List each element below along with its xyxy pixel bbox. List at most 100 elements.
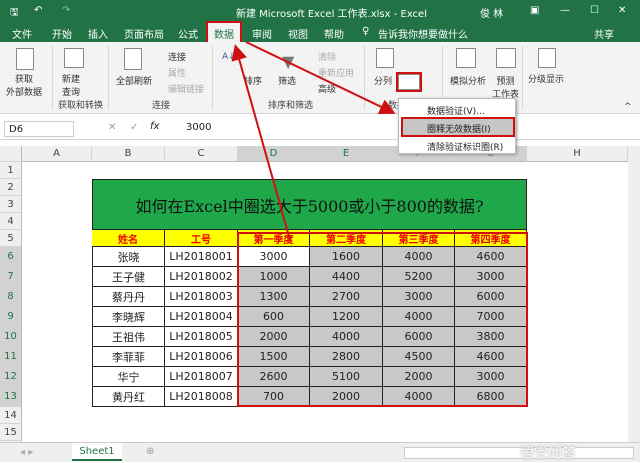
tab-help[interactable]: 帮助 <box>324 26 344 41</box>
user-name[interactable]: 俊 林 <box>480 5 503 20</box>
close-icon[interactable]: ✕ <box>618 5 626 16</box>
header-cell[interactable]: 第二季度 <box>310 230 383 247</box>
get-external-data-button[interactable]: 获取 外部数据 <box>6 72 42 98</box>
tell-me-search[interactable]: 告诉我你想要做什么 <box>378 26 468 41</box>
row-header-2[interactable]: 2 <box>0 179 22 196</box>
header-cell[interactable]: 第三季度 <box>383 230 455 247</box>
table-cell[interactable]: 5200 <box>383 267 455 287</box>
sort-az-icon[interactable]: A↓Z <box>222 52 242 62</box>
table-cell[interactable]: 5100 <box>310 367 383 387</box>
table-cell[interactable]: 3000 <box>383 287 455 307</box>
table-cell[interactable]: 1300 <box>238 287 310 307</box>
row-header-11[interactable]: 11 <box>0 347 22 367</box>
table-cell[interactable]: 3000 <box>455 267 527 287</box>
tab-home[interactable]: 开始 <box>52 26 72 41</box>
table-cell[interactable]: 3800 <box>455 327 527 347</box>
row-header-15[interactable]: 15 <box>0 424 22 441</box>
table-cell[interactable]: LH2018008 <box>165 387 238 407</box>
table-cell[interactable]: 4000 <box>310 327 383 347</box>
worksheet-grid[interactable]: ABCDEFGH12345678910111213141516如何在Excel中… <box>0 146 628 458</box>
table-cell[interactable]: LH2018006 <box>165 347 238 367</box>
table-cell[interactable]: LH2018007 <box>165 367 238 387</box>
minimize-icon[interactable]: — <box>560 5 570 16</box>
table-cell[interactable]: 1500 <box>238 347 310 367</box>
table-cell[interactable]: 蔡丹丹 <box>92 287 165 307</box>
table-cell[interactable]: LH2018001 <box>165 247 238 267</box>
table-cell[interactable]: 2800 <box>310 347 383 367</box>
table-cell[interactable]: 7000 <box>455 307 527 327</box>
table-cell[interactable]: LH2018005 <box>165 327 238 347</box>
new-query-button[interactable]: 新建 查询 <box>62 72 80 98</box>
table-cell[interactable]: 3000 <box>238 247 310 267</box>
table-cell[interactable]: 1000 <box>238 267 310 287</box>
column-header-B[interactable]: B <box>92 146 165 162</box>
table-cell[interactable]: 2700 <box>310 287 383 307</box>
clear-button[interactable]: 清除 <box>318 50 336 63</box>
tab-insert[interactable]: 插入 <box>88 26 108 41</box>
outline-button[interactable]: 分级显示 <box>528 72 564 85</box>
maximize-icon[interactable]: ☐ <box>590 5 599 16</box>
row-header-10[interactable]: 10 <box>0 327 22 347</box>
table-cell[interactable]: 6000 <box>455 287 527 307</box>
undo-icon[interactable]: ↶ <box>34 5 42 16</box>
table-cell[interactable]: 700 <box>238 387 310 407</box>
table-cell[interactable]: 4600 <box>455 347 527 367</box>
properties-button[interactable]: 属性 <box>168 66 186 79</box>
row-header-3[interactable]: 3 <box>0 196 22 213</box>
horizontal-scrollbar[interactable] <box>404 447 634 459</box>
table-cell[interactable]: 2600 <box>238 367 310 387</box>
menu-item-data-validation[interactable]: 数据验证(V)... <box>403 101 513 117</box>
enter-icon[interactable]: ✓ <box>130 122 138 133</box>
row-header-8[interactable]: 8 <box>0 287 22 307</box>
row-header-4[interactable]: 4 <box>0 213 22 230</box>
add-sheet-icon[interactable]: ⊕ <box>146 446 154 457</box>
row-header-13[interactable]: 13 <box>0 387 22 407</box>
column-header-C[interactable]: C <box>165 146 238 162</box>
table-cell[interactable]: 李菲菲 <box>92 347 165 367</box>
table-cell[interactable]: 4600 <box>455 247 527 267</box>
reapply-button[interactable]: 重新应用 <box>318 66 354 79</box>
menu-item-circle-invalid-data[interactable]: 圈释无效数据(I) <box>401 117 515 137</box>
table-cell[interactable]: 4000 <box>383 387 455 407</box>
table-cell[interactable]: 王子健 <box>92 267 165 287</box>
vertical-scrollbar[interactable] <box>628 146 640 442</box>
sort-button[interactable]: 排序 <box>244 74 262 87</box>
collapse-ribbon-icon[interactable]: ^ <box>624 102 632 112</box>
formula-input[interactable]: 3000 <box>186 122 211 133</box>
table-cell[interactable]: 4000 <box>383 247 455 267</box>
header-cell[interactable]: 工号 <box>165 230 238 247</box>
table-cell[interactable]: 1600 <box>310 247 383 267</box>
sheet-tab[interactable]: Sheet1 <box>72 443 122 461</box>
select-all-corner[interactable] <box>0 146 22 162</box>
advanced-button[interactable]: 高级 <box>318 82 336 95</box>
tab-formulas[interactable]: 公式 <box>178 26 198 41</box>
table-cell[interactable]: 华宁 <box>92 367 165 387</box>
scroll-tabs-left-icon[interactable]: ◂ ▸ <box>20 447 33 458</box>
table-cell[interactable]: LH2018004 <box>165 307 238 327</box>
refresh-all-button[interactable]: 全部刷新 <box>116 74 152 87</box>
row-header-1[interactable]: 1 <box>0 162 22 179</box>
table-cell[interactable]: 6000 <box>383 327 455 347</box>
table-cell[interactable]: 张晓 <box>92 247 165 267</box>
table-cell[interactable]: 4500 <box>383 347 455 367</box>
table-cell[interactable]: 4000 <box>383 307 455 327</box>
header-cell[interactable]: 第四季度 <box>455 230 527 247</box>
share-button[interactable]: 共享 <box>594 26 614 41</box>
menu-item-clear-validation-circles[interactable]: 清除验证标识圈(R) <box>403 137 513 153</box>
row-header-14[interactable]: 14 <box>0 407 22 424</box>
tab-file[interactable]: 文件 <box>12 26 32 41</box>
header-cell[interactable]: 第一季度 <box>238 230 310 247</box>
table-cell[interactable]: 2000 <box>310 387 383 407</box>
table-cell[interactable]: 2000 <box>383 367 455 387</box>
row-header-6[interactable]: 6 <box>0 247 22 267</box>
table-cell[interactable]: 2000 <box>238 327 310 347</box>
tab-review[interactable]: 审阅 <box>252 26 272 41</box>
table-cell[interactable]: 4400 <box>310 267 383 287</box>
row-header-9[interactable]: 9 <box>0 307 22 327</box>
row-header-7[interactable]: 7 <box>0 267 22 287</box>
table-cell[interactable]: 1200 <box>310 307 383 327</box>
data-validation-button[interactable] <box>396 72 422 92</box>
row-header-12[interactable]: 12 <box>0 367 22 387</box>
name-box[interactable]: D6 <box>4 121 74 137</box>
filter-button[interactable]: 筛选 <box>278 74 296 87</box>
